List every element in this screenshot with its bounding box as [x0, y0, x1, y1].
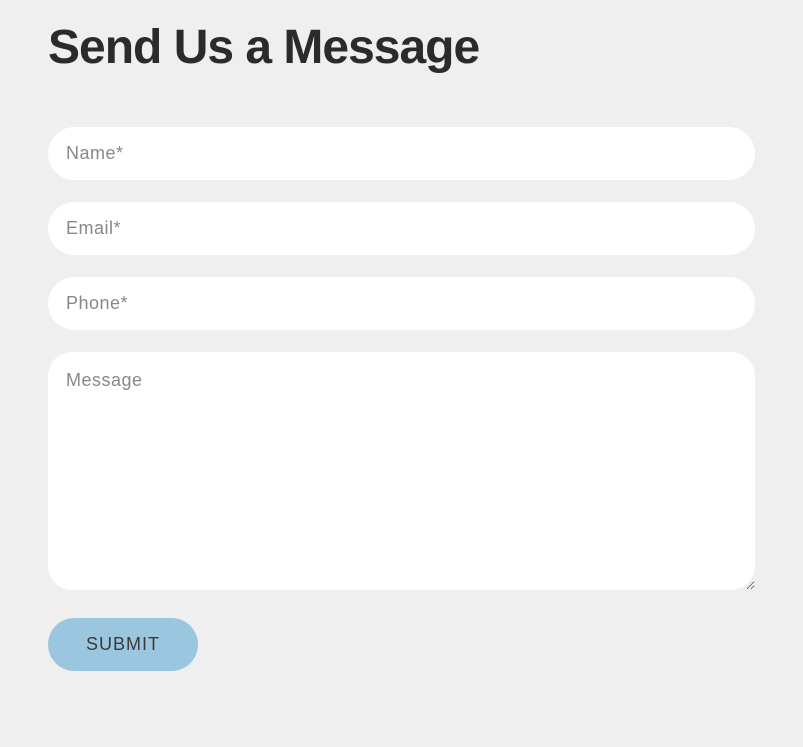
phone-field[interactable] [48, 277, 755, 330]
page-title: Send Us a Message [48, 20, 755, 75]
contact-form: SUBMIT [48, 127, 755, 671]
submit-button[interactable]: SUBMIT [48, 618, 198, 671]
name-field[interactable] [48, 127, 755, 180]
message-field[interactable] [48, 352, 755, 590]
email-field[interactable] [48, 202, 755, 255]
contact-form-container: Send Us a Message SUBMIT [0, 0, 803, 711]
